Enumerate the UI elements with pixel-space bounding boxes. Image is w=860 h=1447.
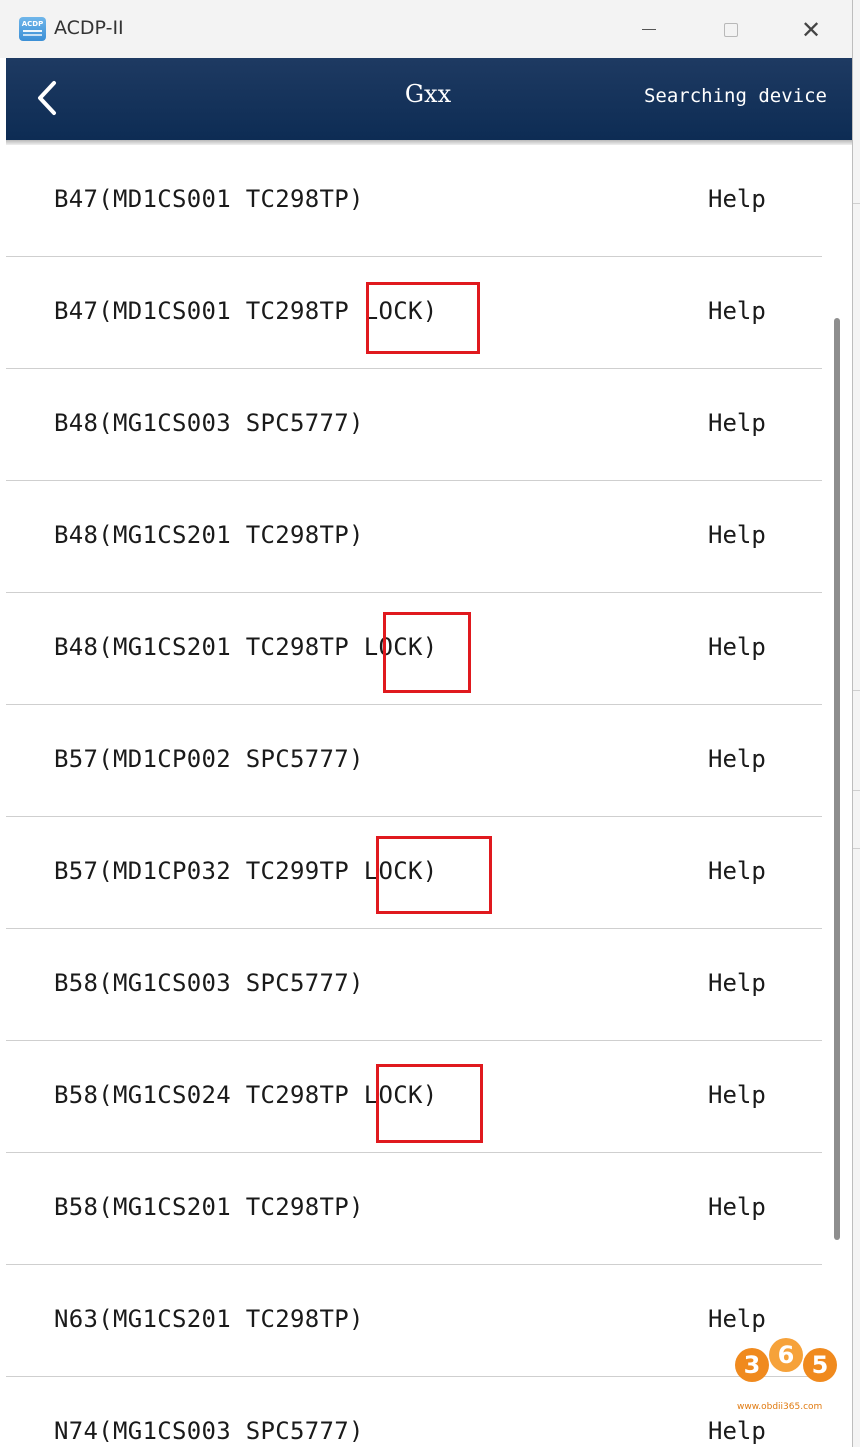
item-label: B48(MG1CS201 TC298TP) [54, 521, 364, 549]
help-button[interactable]: Help [708, 1081, 766, 1109]
watermark-digit: 3 [735, 1348, 769, 1382]
app-icon-text: ACDP [21, 20, 44, 28]
app-window: ACDP ACDP-II ✕ Gxx Searching device B47(… [0, 0, 853, 1447]
lock-highlight-box [376, 1064, 483, 1143]
help-button[interactable]: Help [708, 521, 766, 549]
list-item[interactable]: B58(MG1CS003 SPC5777) Help [6, 929, 822, 1041]
item-label: B58(MG1CS003 SPC5777) [54, 969, 364, 997]
help-button[interactable]: Help [708, 1193, 766, 1221]
watermark-digit: 6 [769, 1338, 803, 1372]
ecu-list: B47(MD1CS001 TC298TP) Help B47(MD1CS001 … [6, 145, 822, 1447]
item-label: B57(MD1CP002 SPC5777) [54, 745, 364, 773]
maximize-button[interactable] [710, 12, 750, 48]
watermark-logo: 3 6 5 www.obdii365.com [733, 1336, 843, 1416]
help-button[interactable]: Help [708, 185, 766, 213]
device-status: Searching device [643, 85, 827, 107]
background-divider [852, 848, 860, 849]
page-title: Gxx [404, 80, 452, 108]
item-label: N63(MG1CS201 TC298TP) [54, 1305, 364, 1333]
window-title: ACDP-II [54, 17, 124, 39]
item-label: N74(MG1CS003 SPC5777) [54, 1417, 364, 1445]
list-item[interactable]: B47(MD1CS001 TC298TP LOCK) Help [6, 257, 822, 369]
window-titlebar: ACDP ACDP-II ✕ [0, 0, 852, 58]
help-button[interactable]: Help [708, 1305, 766, 1333]
list-item[interactable]: N63(MG1CS201 TC298TP) Help [6, 1265, 822, 1377]
list-item[interactable]: B57(MD1CP002 SPC5777) Help [6, 705, 822, 817]
watermark-url: www.obdii365.com [737, 1402, 823, 1412]
lock-highlight-box [376, 836, 492, 914]
background-divider [852, 203, 860, 204]
lock-highlight-box [383, 612, 471, 693]
back-button[interactable] [32, 78, 68, 120]
lock-highlight-box [366, 282, 480, 354]
watermark-digit: 5 [803, 1348, 837, 1382]
list-item[interactable]: B57(MD1CP032 TC299TP LOCK) Help [6, 817, 822, 929]
list-item[interactable]: B48(MG1CS003 SPC5777) Help [6, 369, 822, 481]
item-label: B48(MG1CS003 SPC5777) [54, 409, 364, 437]
list-item[interactable]: N74(MG1CS003 SPC5777) Help [6, 1377, 822, 1447]
help-button[interactable]: Help [708, 297, 766, 325]
list-item[interactable]: B58(MG1CS024 TC298TP LOCK) Help [6, 1041, 822, 1153]
list-item[interactable]: B58(MG1CS201 TC298TP) Help [6, 1153, 822, 1265]
help-button[interactable]: Help [708, 969, 766, 997]
item-label: B48(MG1CS201 TC298TP LOCK) [54, 633, 438, 661]
help-button[interactable]: Help [708, 1417, 766, 1445]
item-label: B47(MD1CS001 TC298TP) [54, 185, 364, 213]
app-icon: ACDP [19, 17, 46, 41]
help-button[interactable]: Help [708, 745, 766, 773]
help-button[interactable]: Help [708, 857, 766, 885]
list-item[interactable]: B47(MD1CS001 TC298TP) Help [6, 145, 822, 257]
chevron-left-icon [38, 81, 56, 115]
maximize-icon [724, 23, 738, 37]
background-divider [852, 790, 860, 791]
help-button[interactable]: Help [708, 409, 766, 437]
scrollbar-thumb[interactable] [834, 318, 840, 1240]
help-button[interactable]: Help [708, 633, 766, 661]
background-strip [852, 0, 860, 1447]
background-divider [852, 690, 860, 691]
minimize-button[interactable] [629, 12, 669, 48]
minimize-icon [642, 29, 656, 30]
close-icon: ✕ [800, 16, 822, 44]
list-item[interactable]: B48(MG1CS201 TC298TP) Help [6, 481, 822, 593]
app-header: Gxx Searching device [6, 58, 852, 140]
close-button[interactable]: ✕ [791, 12, 831, 48]
item-label: B58(MG1CS201 TC298TP) [54, 1193, 364, 1221]
list-item[interactable]: B48(MG1CS201 TC298TP LOCK) Help [6, 593, 822, 705]
